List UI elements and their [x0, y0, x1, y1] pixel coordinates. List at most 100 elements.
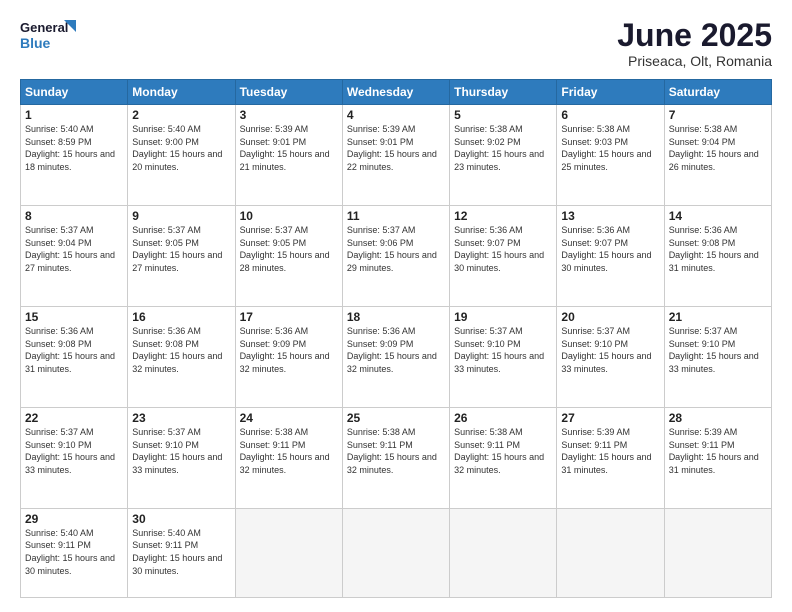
day-info: Sunrise: 5:38 AMSunset: 9:04 PMDaylight:… — [669, 123, 767, 173]
day-info: Sunrise: 5:39 AMSunset: 9:11 PMDaylight:… — [561, 426, 659, 476]
day-info: Sunrise: 5:38 AMSunset: 9:11 PMDaylight:… — [347, 426, 445, 476]
day-number: 9 — [132, 209, 230, 223]
day-info: Sunrise: 5:36 AMSunset: 9:07 PMDaylight:… — [561, 224, 659, 274]
calendar-cell: 4Sunrise: 5:39 AMSunset: 9:01 PMDaylight… — [342, 105, 449, 206]
calendar-cell — [342, 508, 449, 597]
day-number: 5 — [454, 108, 552, 122]
day-number: 26 — [454, 411, 552, 425]
page: General Blue June 2025 Priseaca, Olt, Ro… — [0, 0, 792, 612]
day-number: 21 — [669, 310, 767, 324]
calendar-cell: 6Sunrise: 5:38 AMSunset: 9:03 PMDaylight… — [557, 105, 664, 206]
day-number: 4 — [347, 108, 445, 122]
day-info: Sunrise: 5:36 AMSunset: 9:09 PMDaylight:… — [347, 325, 445, 375]
day-info: Sunrise: 5:39 AMSunset: 9:11 PMDaylight:… — [669, 426, 767, 476]
day-number: 6 — [561, 108, 659, 122]
logo-svg: General Blue — [20, 18, 76, 54]
col-tuesday: Tuesday — [235, 80, 342, 105]
calendar-cell: 27Sunrise: 5:39 AMSunset: 9:11 PMDayligh… — [557, 407, 664, 508]
day-info: Sunrise: 5:40 AMSunset: 8:59 PMDaylight:… — [25, 123, 123, 173]
day-number: 10 — [240, 209, 338, 223]
calendar-cell: 14Sunrise: 5:36 AMSunset: 9:08 PMDayligh… — [664, 206, 771, 307]
day-number: 18 — [347, 310, 445, 324]
day-number: 13 — [561, 209, 659, 223]
calendar-cell: 12Sunrise: 5:36 AMSunset: 9:07 PMDayligh… — [450, 206, 557, 307]
calendar-cell: 21Sunrise: 5:37 AMSunset: 9:10 PMDayligh… — [664, 307, 771, 408]
calendar-cell — [557, 508, 664, 597]
col-sunday: Sunday — [21, 80, 128, 105]
title-block: June 2025 Priseaca, Olt, Romania — [617, 18, 772, 69]
calendar-cell: 29Sunrise: 5:40 AMSunset: 9:11 PMDayligh… — [21, 508, 128, 597]
day-number: 29 — [25, 512, 123, 526]
col-wednesday: Wednesday — [342, 80, 449, 105]
header: General Blue June 2025 Priseaca, Olt, Ro… — [20, 18, 772, 69]
calendar-cell: 23Sunrise: 5:37 AMSunset: 9:10 PMDayligh… — [128, 407, 235, 508]
col-friday: Friday — [557, 80, 664, 105]
day-number: 1 — [25, 108, 123, 122]
col-thursday: Thursday — [450, 80, 557, 105]
location: Priseaca, Olt, Romania — [617, 53, 772, 69]
day-info: Sunrise: 5:36 AMSunset: 9:08 PMDaylight:… — [669, 224, 767, 274]
day-number: 12 — [454, 209, 552, 223]
calendar-header-row: Sunday Monday Tuesday Wednesday Thursday… — [21, 80, 772, 105]
day-info: Sunrise: 5:39 AMSunset: 9:01 PMDaylight:… — [347, 123, 445, 173]
day-info: Sunrise: 5:37 AMSunset: 9:05 PMDaylight:… — [132, 224, 230, 274]
day-info: Sunrise: 5:38 AMSunset: 9:03 PMDaylight:… — [561, 123, 659, 173]
day-number: 23 — [132, 411, 230, 425]
calendar-cell: 22Sunrise: 5:37 AMSunset: 9:10 PMDayligh… — [21, 407, 128, 508]
calendar-cell — [235, 508, 342, 597]
day-number: 11 — [347, 209, 445, 223]
day-info: Sunrise: 5:38 AMSunset: 9:11 PMDaylight:… — [454, 426, 552, 476]
day-number: 14 — [669, 209, 767, 223]
day-number: 24 — [240, 411, 338, 425]
calendar-cell: 17Sunrise: 5:36 AMSunset: 9:09 PMDayligh… — [235, 307, 342, 408]
day-number: 16 — [132, 310, 230, 324]
day-number: 19 — [454, 310, 552, 324]
calendar-cell: 11Sunrise: 5:37 AMSunset: 9:06 PMDayligh… — [342, 206, 449, 307]
col-monday: Monday — [128, 80, 235, 105]
calendar-cell: 9Sunrise: 5:37 AMSunset: 9:05 PMDaylight… — [128, 206, 235, 307]
svg-text:Blue: Blue — [20, 35, 51, 51]
calendar-table: Sunday Monday Tuesday Wednesday Thursday… — [20, 79, 772, 598]
calendar-cell: 16Sunrise: 5:36 AMSunset: 9:08 PMDayligh… — [128, 307, 235, 408]
calendar-cell: 1Sunrise: 5:40 AMSunset: 8:59 PMDaylight… — [21, 105, 128, 206]
col-saturday: Saturday — [664, 80, 771, 105]
day-info: Sunrise: 5:36 AMSunset: 9:08 PMDaylight:… — [132, 325, 230, 375]
day-number: 20 — [561, 310, 659, 324]
day-info: Sunrise: 5:38 AMSunset: 9:11 PMDaylight:… — [240, 426, 338, 476]
day-info: Sunrise: 5:37 AMSunset: 9:10 PMDaylight:… — [132, 426, 230, 476]
day-number: 30 — [132, 512, 230, 526]
day-info: Sunrise: 5:40 AMSunset: 9:11 PMDaylight:… — [132, 527, 230, 577]
logo: General Blue — [20, 18, 76, 54]
calendar-cell: 30Sunrise: 5:40 AMSunset: 9:11 PMDayligh… — [128, 508, 235, 597]
day-number: 15 — [25, 310, 123, 324]
calendar-cell: 26Sunrise: 5:38 AMSunset: 9:11 PMDayligh… — [450, 407, 557, 508]
calendar-cell: 19Sunrise: 5:37 AMSunset: 9:10 PMDayligh… — [450, 307, 557, 408]
calendar-cell: 15Sunrise: 5:36 AMSunset: 9:08 PMDayligh… — [21, 307, 128, 408]
day-info: Sunrise: 5:37 AMSunset: 9:10 PMDaylight:… — [669, 325, 767, 375]
calendar-cell: 10Sunrise: 5:37 AMSunset: 9:05 PMDayligh… — [235, 206, 342, 307]
calendar-cell: 8Sunrise: 5:37 AMSunset: 9:04 PMDaylight… — [21, 206, 128, 307]
day-info: Sunrise: 5:40 AMSunset: 9:00 PMDaylight:… — [132, 123, 230, 173]
day-info: Sunrise: 5:37 AMSunset: 9:10 PMDaylight:… — [454, 325, 552, 375]
calendar-cell: 25Sunrise: 5:38 AMSunset: 9:11 PMDayligh… — [342, 407, 449, 508]
day-info: Sunrise: 5:37 AMSunset: 9:10 PMDaylight:… — [25, 426, 123, 476]
calendar-cell: 3Sunrise: 5:39 AMSunset: 9:01 PMDaylight… — [235, 105, 342, 206]
calendar-cell: 18Sunrise: 5:36 AMSunset: 9:09 PMDayligh… — [342, 307, 449, 408]
day-number: 2 — [132, 108, 230, 122]
day-info: Sunrise: 5:37 AMSunset: 9:06 PMDaylight:… — [347, 224, 445, 274]
day-number: 3 — [240, 108, 338, 122]
day-number: 25 — [347, 411, 445, 425]
svg-text:General: General — [20, 20, 68, 35]
calendar-cell: 24Sunrise: 5:38 AMSunset: 9:11 PMDayligh… — [235, 407, 342, 508]
calendar-cell: 5Sunrise: 5:38 AMSunset: 9:02 PMDaylight… — [450, 105, 557, 206]
day-info: Sunrise: 5:37 AMSunset: 9:05 PMDaylight:… — [240, 224, 338, 274]
calendar-cell: 13Sunrise: 5:36 AMSunset: 9:07 PMDayligh… — [557, 206, 664, 307]
day-info: Sunrise: 5:38 AMSunset: 9:02 PMDaylight:… — [454, 123, 552, 173]
day-info: Sunrise: 5:36 AMSunset: 9:08 PMDaylight:… — [25, 325, 123, 375]
day-number: 27 — [561, 411, 659, 425]
calendar-cell — [450, 508, 557, 597]
day-number: 22 — [25, 411, 123, 425]
day-info: Sunrise: 5:37 AMSunset: 9:04 PMDaylight:… — [25, 224, 123, 274]
day-info: Sunrise: 5:40 AMSunset: 9:11 PMDaylight:… — [25, 527, 123, 577]
day-number: 17 — [240, 310, 338, 324]
